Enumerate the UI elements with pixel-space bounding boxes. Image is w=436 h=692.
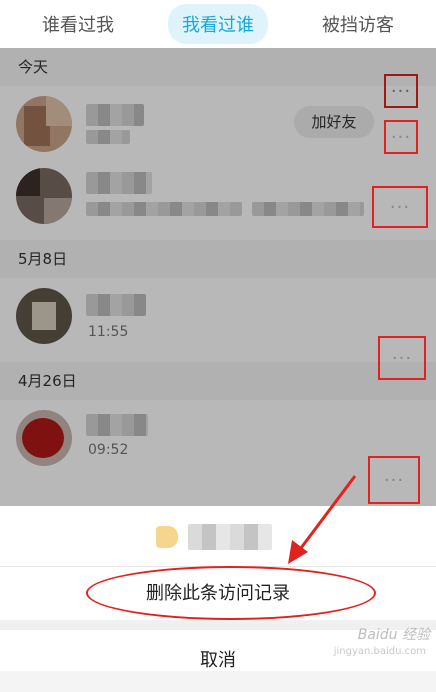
visitor-tab-bar: 谁看过我 我看过谁 被挡访客 (0, 0, 436, 48)
tab-who-viewed-me[interactable]: 谁看过我 (28, 4, 128, 44)
watermark-logo: Baidu 经验 (357, 627, 430, 643)
more-options-button[interactable]: ··· (368, 456, 420, 504)
more-options-button[interactable]: ··· (372, 186, 428, 228)
watermark-url: jingyan.baidu.com (333, 646, 426, 657)
delete-visit-record-button[interactable]: 删除此条访问记录 (0, 568, 436, 620)
blurred-nickname (188, 524, 272, 550)
more-options-button[interactable]: ··· (378, 336, 426, 380)
tab-who-i-viewed[interactable]: 我看过谁 (168, 4, 268, 44)
more-options-button[interactable]: ··· (384, 120, 418, 154)
divider (0, 566, 436, 567)
sheet-header (156, 524, 272, 550)
tab-blocked-visitors[interactable]: 被挡访客 (308, 4, 408, 44)
user-thumbnail-icon (156, 526, 178, 548)
